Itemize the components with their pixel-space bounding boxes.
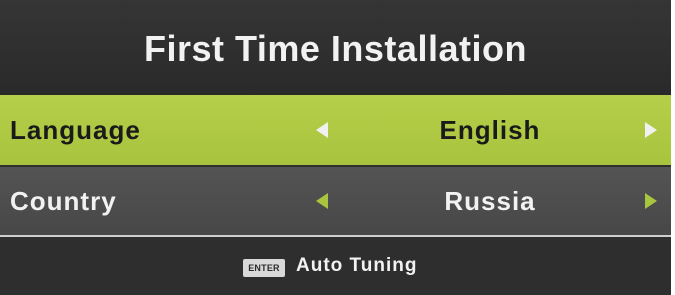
triangle-left-icon[interactable] — [316, 193, 328, 209]
triangle-left-icon[interactable] — [316, 122, 328, 138]
page-title: First Time Installation — [144, 27, 527, 69]
setting-row-country[interactable]: Country Russia — [0, 167, 671, 235]
setting-row-language[interactable]: Language English — [0, 95, 671, 165]
title-bar: First Time Installation — [0, 0, 671, 95]
auto-tuning-hint[interactable]: Auto Tuning — [296, 237, 417, 295]
triangle-right-icon[interactable] — [645, 122, 657, 138]
enter-key-icon: ENTER — [243, 259, 285, 277]
first-time-installation-screen: First Time Installation Language English… — [0, 0, 675, 295]
footer-hint-bar: ENTER Auto Tuning — [0, 237, 671, 295]
setting-value-language: English — [439, 114, 541, 145]
setting-label-language: Language — [10, 114, 141, 145]
setting-label-country: Country — [10, 185, 117, 216]
setting-value-country: Russia — [444, 185, 536, 216]
triangle-right-icon[interactable] — [645, 193, 657, 209]
